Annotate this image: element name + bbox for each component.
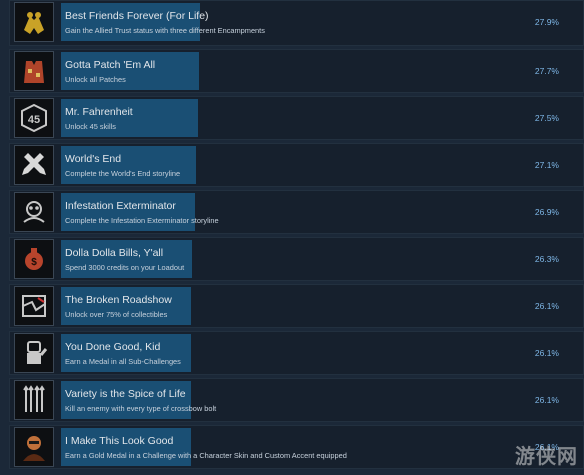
achievement-row[interactable]: Best Friends Forever (For Life) Gain the … [9,0,584,46]
achievement-title: World's End [65,153,122,165]
achievement-description: Unlock over 75% of collectibles [65,310,168,319]
achievement-row[interactable]: Variety is the Spice of Life Kill an enem… [9,378,584,422]
achievement-row[interactable]: You Done Good, Kid Earn a Medal in all Su… [9,331,584,375]
achievement-title: Mr. Fahrenheit [65,106,133,118]
achievement-description: Earn a Medal in all Sub-Challenges [65,357,181,366]
achievement-row[interactable]: $ Dolla Dolla Bills, Y'all Spend 3000 cred… [9,237,584,281]
achievement-title: Gotta Patch 'Em All [65,59,156,71]
achievement-description: Gain the Allied Trust status with three … [65,26,265,35]
progress-bar [61,52,199,90]
svg-text:45: 45 [28,114,40,126]
achievement-title: You Done Good, Kid [65,341,161,353]
achievement-percent: 27.1% [534,160,559,170]
badge-45-icon: 45 [14,98,54,138]
money-bag-icon: $ [14,239,54,279]
achievement-row[interactable]: I Make This Look Good Earn a Gold Medal i… [9,425,584,469]
achievement-percent: 26.9% [534,207,559,217]
robot-thumbs-icon [14,333,54,373]
achievement-percent: 26.1% [534,301,559,311]
achievement-percent: 27.5% [534,113,559,123]
achievement-description: Earn a Gold Medal in a Challenge with a … [65,451,347,460]
achievement-percent: 27.7% [534,66,559,76]
achievement-percent: 26.1% [534,395,559,405]
achievement-title: Variety is the Spice of Life [65,388,186,400]
achievement-row[interactable]: Gotta Patch 'Em All Unlock all Patches 27.… [9,49,584,93]
progress-bar [61,146,196,184]
achievement-title: I Make This Look Good [65,435,174,447]
achievement-title: Dolla Dolla Bills, Y'all [65,247,164,259]
progress-bar [61,287,191,325]
achievement-title: The Broken Roadshow [65,294,172,306]
achievement-description: Spend 3000 credits on your Loadout [65,263,185,272]
svg-text:$: $ [31,257,37,268]
achievement-description: Unlock all Patches [65,75,126,84]
achievement-list: Best Friends Forever (For Life) Gain the … [9,0,584,469]
crossed-x-icon [14,145,54,185]
achievement-description: Complete the World's End storyline [65,169,181,178]
clasped-hands-icon [14,2,54,42]
progress-bar [61,3,200,41]
achievement-row[interactable]: The Broken Roadshow Unlock over 75% of co… [9,284,584,328]
achievement-percent: 26.3% [534,254,559,264]
biohazard-skull-icon [14,192,54,232]
achievement-row[interactable]: Infestation Exterminator Complete the Inf… [9,190,584,234]
progress-bar [61,381,191,419]
achievement-title: Best Friends Forever (For Life) [65,10,209,22]
achievement-description: Unlock 45 skills [65,122,116,131]
crossbow-bolts-icon [14,380,54,420]
progress-bar [61,428,191,466]
achievement-description: Kill an enemy with every type of crossbo… [65,404,217,413]
achievement-description: Complete the Infestation Exterminator st… [65,216,219,225]
progress-bar [61,240,192,278]
achievement-row[interactable]: 45 Mr. Fahrenheit Unlock 45 skills 27.5% [9,96,584,140]
achievement-percent: 27.9% [534,17,559,27]
patch-vest-icon [14,51,54,91]
achievement-row[interactable]: World's End Complete the World's End stor… [9,143,584,187]
progress-bar [61,193,195,231]
watermark: 游侠网 [515,446,578,468]
achievement-percent: 26.1% [534,348,559,358]
broken-map-icon [14,286,54,326]
progress-bar [61,99,198,137]
character-portrait-icon [14,427,54,467]
achievement-title: Infestation Exterminator [65,200,176,212]
progress-bar [61,334,191,372]
